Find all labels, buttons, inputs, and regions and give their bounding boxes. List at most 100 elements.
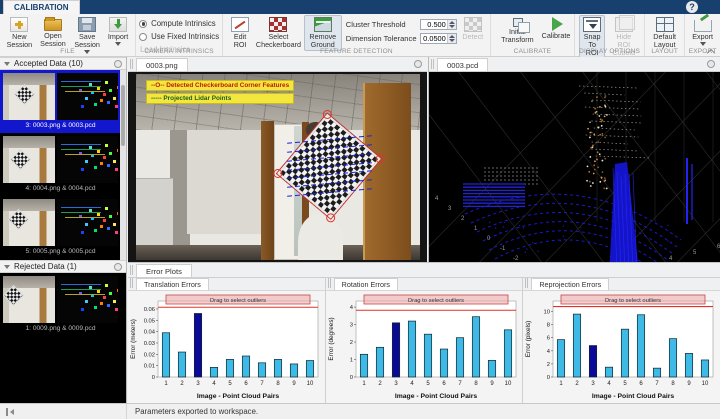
- list-item[interactable]: 1: 0009.png & 0009.pcd: [0, 273, 126, 336]
- pane-actions-icon[interactable]: [414, 60, 422, 68]
- axis-tick-label: 0: [487, 236, 491, 242]
- spin-up-icon[interactable]: [449, 35, 455, 38]
- svg-text:7: 7: [656, 381, 660, 387]
- spin-up-icon[interactable]: [449, 21, 455, 24]
- group-label-display-options: DISPLAY OPTIONS: [575, 48, 644, 55]
- group-label-file: FILE: [0, 48, 135, 55]
- scrollbar-thumb[interactable]: [121, 85, 125, 146]
- image-legend: --O-- Detected Checkerboard Corner Featu…: [146, 80, 294, 106]
- tab-calibration[interactable]: CALIBRATION: [3, 0, 80, 14]
- svg-text:8: 8: [672, 381, 676, 387]
- pane-drag-handle[interactable]: [130, 278, 133, 288]
- error-bar: [290, 364, 297, 377]
- svg-text:3: 3: [592, 381, 596, 387]
- import-button[interactable]: Import: [105, 15, 131, 48]
- translation-errors-chart[interactable]: 00.010.020.030.040.050.0612345678910Drag…: [128, 291, 325, 404]
- toolstrip: New Session Open Session Save Session Im…: [0, 14, 720, 57]
- compute-intrinsics-radio[interactable]: Compute Intrinsics: [139, 19, 216, 28]
- select-checkerboard-button[interactable]: Select Checkerboard: [255, 15, 302, 51]
- open-folder-icon: [44, 19, 62, 31]
- checkerboard-icon: [269, 17, 287, 32]
- remove-ground-label: Remove Ground: [307, 33, 339, 49]
- svg-text:0: 0: [152, 375, 155, 381]
- reprojection-errors-chart[interactable]: 024681012345678910Drag to select outlier…: [523, 291, 720, 404]
- calibrate-button[interactable]: Calibrate: [542, 15, 570, 42]
- accepted-data-header[interactable]: Accepted Data (10): [0, 57, 126, 70]
- pane-drag-handle[interactable]: [130, 59, 133, 69]
- svg-text:10: 10: [307, 381, 314, 387]
- spin-down-icon[interactable]: [449, 25, 455, 28]
- point-cloud-view[interactable]: 43210-1-2456: [429, 72, 720, 262]
- initial-transform-button[interactable]: Initial Transform: [495, 15, 540, 46]
- photo-cabinet: [136, 178, 173, 247]
- pane-actions-icon[interactable]: [114, 60, 122, 68]
- rotation-errors-chart[interactable]: 0123412345678910Drag to select outliersI…: [326, 291, 523, 404]
- feature-detection-fields: Cluster Threshold Dimension Tolerance: [346, 17, 457, 45]
- axis-tick-label: 3: [448, 206, 452, 212]
- tab-image-file[interactable]: 0003.png: [136, 58, 188, 71]
- svg-text:4: 4: [410, 381, 414, 387]
- radio-unselected-icon: [139, 33, 147, 41]
- error-bar: [654, 368, 661, 377]
- error-bar: [226, 359, 233, 377]
- pair-label: 5: 0005.png & 0005.pcd: [3, 248, 118, 255]
- pane-actions-icon[interactable]: [114, 263, 122, 271]
- pane-drag-handle[interactable]: [130, 265, 133, 275]
- camera-image-view[interactable]: --O-- Detected Checkerboard Corner Featu…: [128, 72, 427, 262]
- tab-error-plots[interactable]: Error Plots: [136, 264, 192, 277]
- edit-roi-button[interactable]: Edit ROI: [227, 15, 253, 51]
- collapse-triangle-icon[interactable]: [4, 62, 10, 66]
- remove-ground-button[interactable]: Remove Ground: [304, 15, 342, 51]
- use-fixed-intrinsics-radio[interactable]: Use Fixed Intrinsics: [139, 32, 219, 41]
- detect-button: Detect: [460, 15, 486, 43]
- snap-to-roi-icon: [583, 17, 601, 32]
- import-icon: [109, 17, 127, 32]
- import-label: Import: [108, 33, 128, 41]
- svg-text:2: 2: [378, 381, 382, 387]
- pane-drag-handle[interactable]: [328, 278, 331, 288]
- cluster-threshold-stepper[interactable]: [447, 20, 456, 29]
- list-item[interactable]: 4: 0004.png & 0004.pcd: [0, 133, 126, 196]
- cluster-threshold-input[interactable]: [421, 20, 447, 29]
- export-button[interactable]: Export: [689, 15, 716, 48]
- collapse-triangle-icon[interactable]: [4, 265, 10, 269]
- svg-text:9: 9: [688, 381, 692, 387]
- image-thumbnail: [3, 73, 55, 120]
- new-session-button[interactable]: New Session: [4, 15, 35, 51]
- error-bar: [392, 323, 399, 377]
- pointcloud-thumbnail: [57, 73, 118, 120]
- error-bar: [574, 314, 581, 377]
- tab-rotation-errors[interactable]: Rotation Errors: [334, 278, 398, 290]
- svg-text:1: 1: [164, 381, 168, 387]
- collapse-left-panel-icon[interactable]: [6, 408, 16, 416]
- group-feature-detection: Edit ROI Select Checkerboard Remove Grou…: [223, 14, 491, 56]
- list-item[interactable]: 3: 0003.png & 0003.pcd: [0, 70, 126, 133]
- checkerboard-icon: [14, 84, 35, 105]
- accepted-data-list: 3: 0003.png & 0003.pcd 4: 0004.png & 000…: [0, 70, 126, 260]
- spin-down-icon[interactable]: [449, 39, 455, 42]
- scrollbar[interactable]: [120, 70, 126, 260]
- pane-drag-handle[interactable]: [525, 278, 528, 288]
- error-bar: [306, 361, 313, 377]
- tab-reprojection-errors[interactable]: Reprojection Errors: [531, 278, 609, 290]
- open-session-button[interactable]: Open Session: [37, 15, 70, 50]
- pane-actions-icon[interactable]: [707, 60, 715, 68]
- camera-photo: --O-- Detected Checkerboard Corner Featu…: [136, 74, 420, 260]
- list-item[interactable]: 5: 0005.png & 0005.pcd: [0, 196, 126, 259]
- dimension-tolerance-stepper[interactable]: [447, 34, 456, 43]
- remove-ground-icon: [314, 17, 332, 32]
- tab-pointcloud-file[interactable]: 0003.pcd: [437, 58, 488, 71]
- svg-text:2: 2: [576, 381, 580, 387]
- svg-text:0.05: 0.05: [144, 318, 155, 324]
- pane-drag-handle[interactable]: [431, 59, 434, 69]
- collapse-toolstrip-icon[interactable]: [706, 48, 716, 55]
- dimension-tolerance-input[interactable]: [421, 34, 447, 43]
- svg-text:1: 1: [349, 358, 352, 364]
- tab-translation-errors[interactable]: Translation Errors: [136, 278, 209, 290]
- rejected-data-header[interactable]: Rejected Data (1): [0, 260, 126, 273]
- svg-text:2: 2: [180, 381, 184, 387]
- svg-text:Drag to select outliers: Drag to select outliers: [210, 298, 266, 304]
- default-layout-button[interactable]: Default Layout: [649, 15, 680, 51]
- help-icon[interactable]: ?: [686, 1, 698, 13]
- svg-text:5: 5: [624, 381, 628, 387]
